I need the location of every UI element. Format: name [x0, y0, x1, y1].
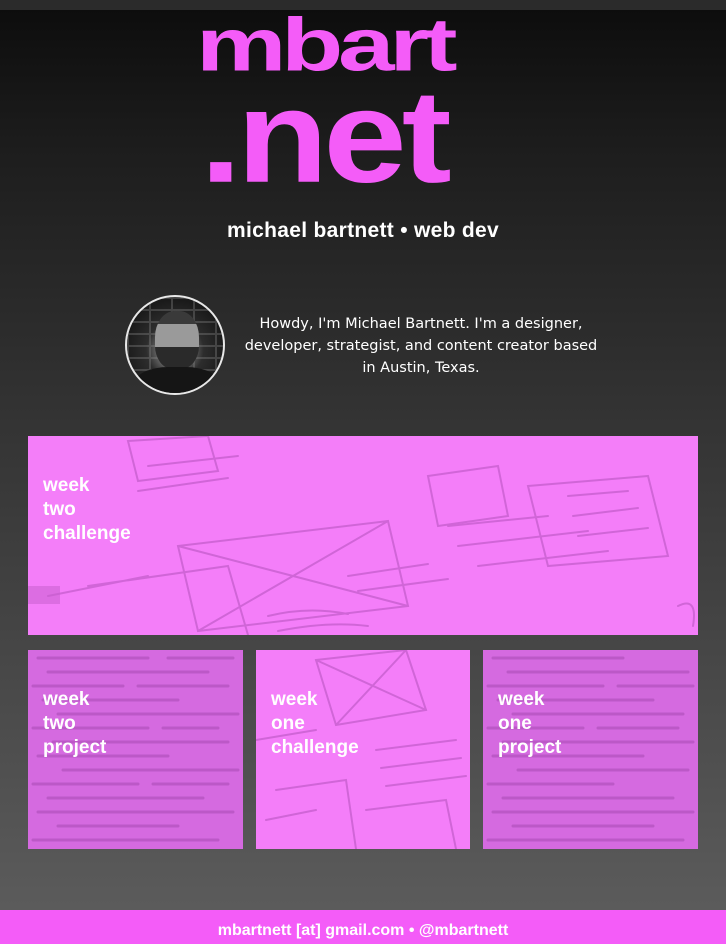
site-logo[interactable]: mbart .net [0, 8, 726, 208]
tile-week-one-challenge[interactable]: week one challenge [256, 650, 470, 849]
logo-line-2: .net [200, 62, 452, 210]
tile-week-two-challenge[interactable]: week two challenge [28, 436, 698, 635]
tile-label: week two challenge [43, 475, 131, 544]
tile-label: week one project [498, 689, 562, 758]
avatar-head [155, 311, 199, 369]
avatar-shoulders [135, 367, 219, 393]
footer: mbartnett [at] gmail.com • @mbartnett [0, 910, 726, 944]
footer-contact-text: mbartnett [at] gmail.com • @mbartnett [217, 922, 509, 939]
intro-bio: Howdy, I'm Michael Bartnett. I'm a desig… [244, 316, 598, 376]
site-tagline: michael bartnett • web dev [227, 219, 499, 242]
tile-week-one-project[interactable]: week one project [483, 650, 698, 849]
tile-label: week one challenge [271, 689, 359, 758]
tile-label: week two project [43, 689, 107, 758]
tile-week-two-project[interactable]: week two project [28, 650, 243, 849]
avatar [125, 295, 225, 395]
